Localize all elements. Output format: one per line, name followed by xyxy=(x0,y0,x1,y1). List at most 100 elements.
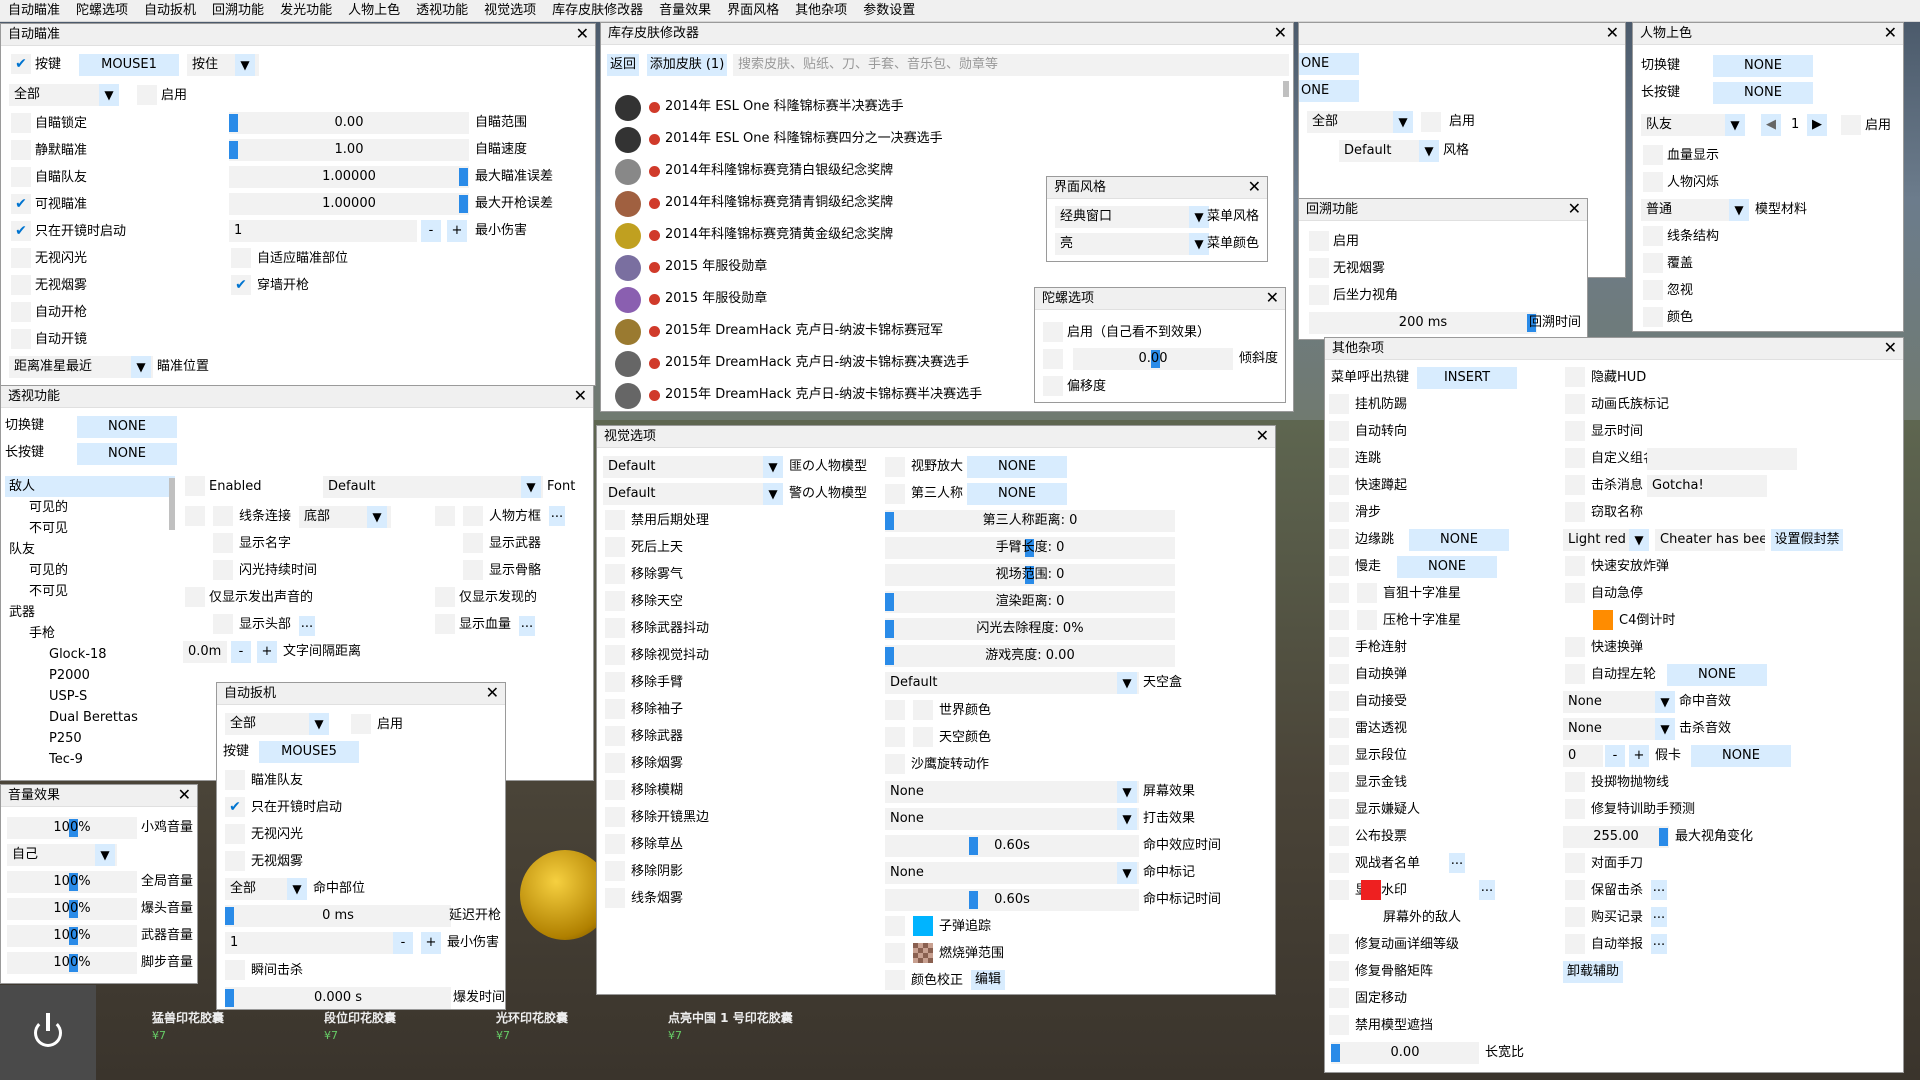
misc-option-checkbox[interactable] xyxy=(1329,475,1349,495)
menu-skin-changer[interactable]: 库存皮肤修改器 xyxy=(544,0,651,21)
decrement-button[interactable]: - xyxy=(393,932,413,954)
text-distance-input[interactable]: 0.0m xyxy=(183,641,227,663)
skin-item-label[interactable]: 2015年 DreamHack 克卢日-纳波卡锦标赛冠军 xyxy=(665,321,943,341)
trigger-team-checkbox[interactable] xyxy=(225,770,245,790)
menu-style-dropdown[interactable]: 经典窗口 xyxy=(1055,206,1209,228)
weapon-checkbox[interactable] xyxy=(463,533,483,553)
zoom-checkbox[interactable] xyxy=(885,457,905,477)
more-options-button[interactable]: ... xyxy=(1651,880,1667,900)
close-icon[interactable]: ✕ xyxy=(1256,427,1269,445)
tree-item[interactable]: 手枪 xyxy=(5,623,175,644)
tree-item[interactable]: 可见的 xyxy=(5,560,175,581)
t-model-dropdown[interactable]: Default xyxy=(603,456,783,478)
view-fov-slider[interactable]: 视场范围: 0 xyxy=(885,564,1175,586)
removal-checkbox[interactable] xyxy=(605,834,625,854)
skin-item-label[interactable]: 2014年 ESL One 科隆锦标赛半决赛选手 xyxy=(665,97,904,117)
snaplines-checkbox[interactable] xyxy=(213,506,233,526)
close-icon[interactable]: ✕ xyxy=(1606,24,1619,42)
box-color-swatch[interactable] xyxy=(435,506,455,526)
backtrack-recoil-checkbox[interactable] xyxy=(1309,285,1329,305)
skin-item-label[interactable]: 2015年 DreamHack 克卢日-纳波卡锦标赛半决赛选手 xyxy=(665,385,982,405)
health-checkbox[interactable] xyxy=(435,614,455,634)
misc-option-checkbox[interactable] xyxy=(1357,583,1377,603)
backtrack-enable-checkbox[interactable] xyxy=(1309,231,1329,251)
increment-button[interactable]: + xyxy=(447,220,467,242)
ban-text-input[interactable]: Cheater has been p xyxy=(1655,529,1765,551)
kill-message-input[interactable]: Gotcha! xyxy=(1647,475,1767,497)
misc-option-checkbox[interactable] xyxy=(1329,421,1349,441)
skin-item-label[interactable]: 2015 年服役勋章 xyxy=(665,289,767,309)
hand-fov-slider[interactable]: 手臂长度: 0 xyxy=(885,537,1175,559)
tree-item[interactable]: USP-S xyxy=(5,686,175,707)
misc-option-checkbox[interactable] xyxy=(1329,934,1349,954)
misc-option-checkbox[interactable] xyxy=(1329,691,1349,711)
removal-checkbox[interactable] xyxy=(605,618,625,638)
molotov-checkbox[interactable] xyxy=(885,943,905,963)
tree-item[interactable]: Glock-18 xyxy=(5,644,175,665)
back-button[interactable]: 返回 xyxy=(607,54,639,76)
more-options-button[interactable]: ... xyxy=(1651,907,1667,927)
chevron-down-icon[interactable]: ▼ xyxy=(1189,206,1209,228)
tree-item[interactable]: 队友 xyxy=(5,539,175,560)
fake-prime-key-button[interactable]: NONE xyxy=(1691,745,1791,767)
crosshair-color-swatch[interactable] xyxy=(1329,583,1349,603)
aim-team-checkbox[interactable] xyxy=(11,167,31,187)
close-icon[interactable]: ✕ xyxy=(1884,24,1897,42)
chevron-down-icon[interactable]: ▼ xyxy=(763,456,783,478)
misc-option-checkbox[interactable] xyxy=(1329,1015,1349,1035)
decrement-button[interactable]: - xyxy=(231,641,251,663)
removal-checkbox[interactable] xyxy=(605,807,625,827)
close-icon[interactable]: ✕ xyxy=(1568,200,1581,218)
chevron-down-icon[interactable]: ▼ xyxy=(367,506,387,528)
tree-item[interactable]: P250 xyxy=(5,728,175,749)
decrement-button[interactable]: - xyxy=(421,220,441,242)
glow-enable-checkbox[interactable] xyxy=(1421,112,1441,132)
key-checkbox[interactable]: ✔ xyxy=(11,54,31,74)
chevron-down-icon[interactable]: ▼ xyxy=(763,483,783,505)
screen-effect-dropdown[interactable]: None xyxy=(885,781,1139,803)
autoshoot-checkbox[interactable] xyxy=(11,302,31,322)
sound-window-title[interactable]: 音量效果 ✕ xyxy=(1,785,197,807)
deagle-spin-checkbox[interactable] xyxy=(885,754,905,774)
antiaim-window-title[interactable]: 陀螺选项 ✕ xyxy=(1035,288,1285,310)
render-distance-slider[interactable]: 渲染距离: 0 xyxy=(885,591,1175,613)
box-checkbox[interactable] xyxy=(463,506,483,526)
aimbot-window-title[interactable]: 自动瞄准 ✕ xyxy=(1,24,595,46)
max-angle-slider[interactable]: 255.00 xyxy=(1563,826,1669,848)
fake-ban-button[interactable]: 设置假封禁 xyxy=(1771,529,1843,551)
misc-option-checkbox[interactable] xyxy=(1329,826,1349,846)
aspect-ratio-slider[interactable]: 0.00 xyxy=(1331,1042,1479,1064)
esp-hold-key-button[interactable]: NONE xyxy=(77,443,177,465)
spotted-only-checkbox[interactable] xyxy=(435,587,455,607)
autoscope-checkbox[interactable] xyxy=(11,329,31,349)
fake-prime-input[interactable]: 0 xyxy=(1563,745,1603,767)
visuals-window-title[interactable]: 视觉选项 ✕ xyxy=(597,426,1275,448)
skin-item-label[interactable]: 2014年科隆锦标赛竞猜黄金级纪念奖牌 xyxy=(665,225,893,245)
sky-color-toggle[interactable] xyxy=(885,727,905,747)
search-input[interactable]: 搜索皮肤、贴纸、刀、手套、音乐包、勋章等 xyxy=(733,54,1289,76)
previous-arrow-icon[interactable]: ◀ xyxy=(1761,114,1781,136)
trigger-scope-checkbox[interactable]: ✔ xyxy=(225,797,245,817)
hit-effect-dropdown[interactable]: None xyxy=(885,808,1139,830)
flash-duration-checkbox[interactable] xyxy=(213,560,233,580)
chevron-down-icon[interactable]: ▼ xyxy=(1655,718,1675,740)
removal-checkbox[interactable] xyxy=(605,726,625,746)
more-options-button[interactable]: ... xyxy=(1651,934,1667,954)
menu-chams[interactable]: 人物上色 xyxy=(340,0,408,21)
chams-ignorez-checkbox[interactable] xyxy=(1643,280,1663,300)
hit-marker-dropdown[interactable]: None xyxy=(885,862,1139,884)
pitch-checkbox[interactable] xyxy=(1043,349,1063,369)
scrollbar[interactable] xyxy=(1283,81,1289,97)
chams-window-title[interactable]: 人物上色 ✕ xyxy=(1633,23,1903,45)
removal-checkbox[interactable] xyxy=(605,699,625,719)
menu-key-button[interactable]: INSERT xyxy=(1417,367,1517,389)
misc-option-checkbox[interactable] xyxy=(1565,664,1585,684)
enable-checkbox[interactable] xyxy=(137,85,157,105)
chevron-down-icon[interactable]: ▼ xyxy=(521,476,541,498)
esp-enable-checkbox[interactable] xyxy=(185,476,205,496)
misc-option-checkbox[interactable] xyxy=(1565,475,1585,495)
removal-checkbox[interactable] xyxy=(605,888,625,908)
add-skin-button[interactable]: 添加皮肤 (1) xyxy=(647,54,727,76)
misc-option-checkbox[interactable] xyxy=(1329,448,1349,468)
removal-checkbox[interactable] xyxy=(605,564,625,584)
